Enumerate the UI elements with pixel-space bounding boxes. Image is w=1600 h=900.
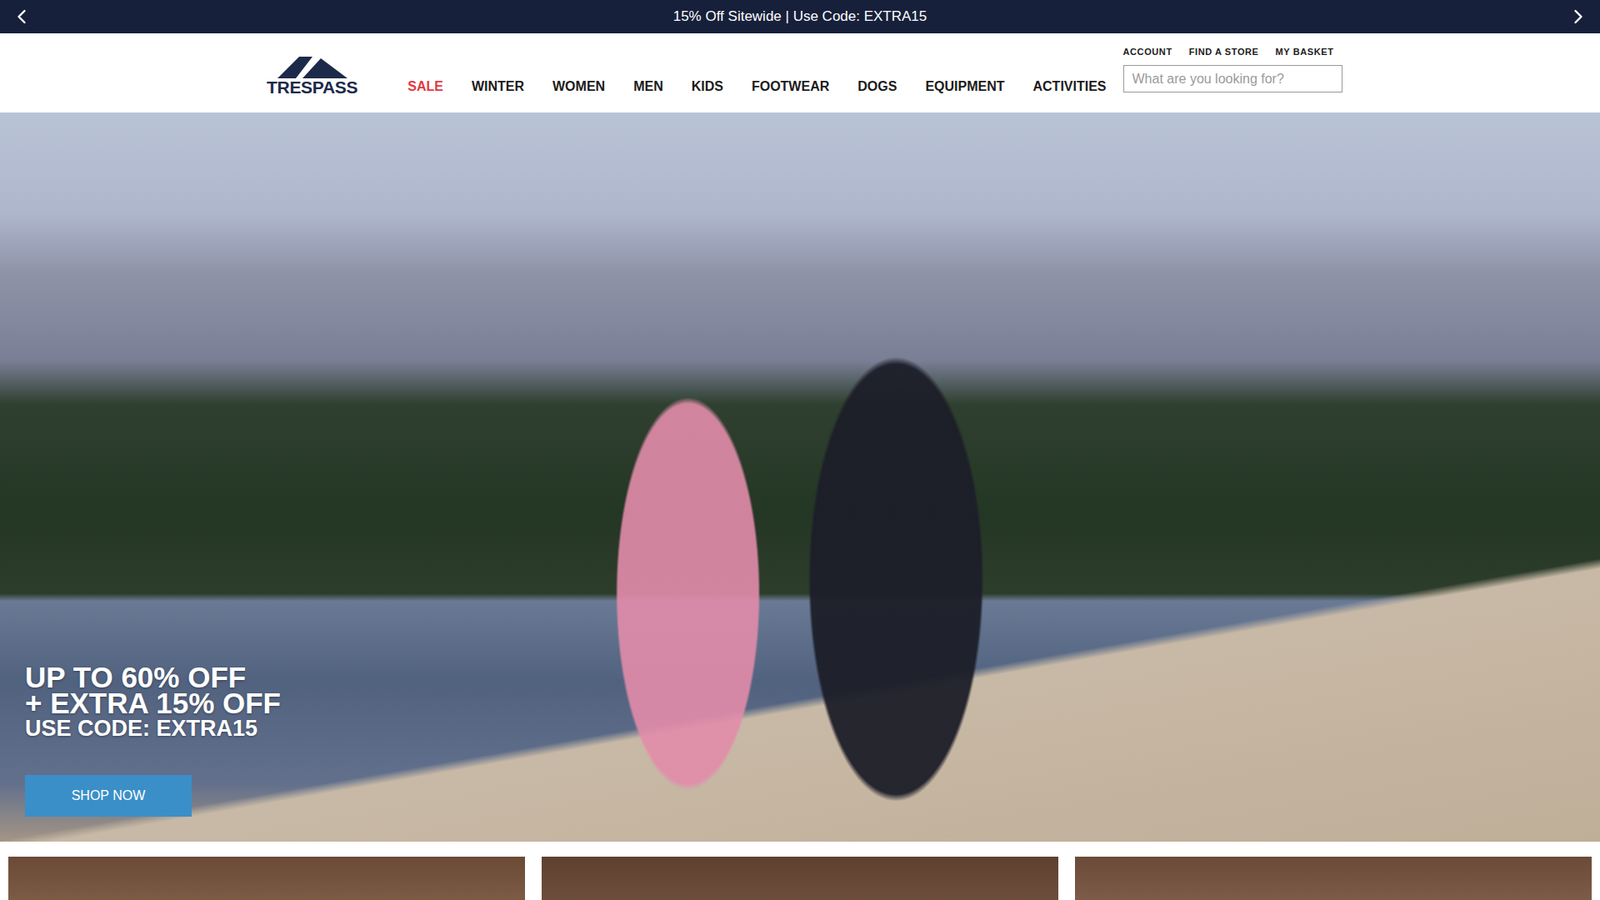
promo-card[interactable] bbox=[1075, 856, 1592, 900]
mountain-logo-icon bbox=[274, 55, 351, 79]
shop-now-button[interactable]: SHOP NOW bbox=[25, 775, 192, 817]
header-tools: ACCOUNT FIND A STORE MY BASKET bbox=[1123, 33, 1343, 113]
announcement-text: 15% Off Sitewide | Use Code: EXTRA15 bbox=[673, 8, 928, 25]
logo-text: TRESPASS bbox=[266, 78, 358, 96]
nav-item[interactable]: SALE bbox=[407, 79, 444, 95]
header-inner: TRESPASS SALE WINTER WOMEN MEN KIDS FOOTWEAR DO… bbox=[266, 33, 1334, 113]
hero-text: UP TO 60% OFF+ EXTRA 15% OFFUSE CODE: EX… bbox=[25, 664, 1600, 742]
announcement-bar: 15% Off Sitewide | Use Code: EXTRA15 bbox=[0, 0, 1600, 34]
promo-card[interactable] bbox=[541, 856, 1059, 900]
nav-item[interactable]: KIDS bbox=[691, 79, 724, 95]
promo-cards bbox=[0, 841, 1600, 900]
nav-item[interactable]: ACTIVITIES bbox=[1033, 79, 1107, 95]
search-input[interactable] bbox=[1123, 65, 1343, 93]
chevron-left-icon bbox=[10, 5, 34, 29]
nav-item[interactable]: MEN bbox=[633, 79, 664, 95]
hero-headline: UP TO 60% OFF bbox=[25, 664, 1600, 690]
header: TRESPASS SALE WINTER WOMEN MEN KIDS FOOTWEAR DO… bbox=[0, 33, 1600, 113]
page: 15% Off Sitewide | Use Code: EXTRA15 TRES… bbox=[0, 0, 1600, 900]
main-nav: SALE WINTER WOMEN MEN KIDS FOOTWEAR DOGS EQUIPM… bbox=[357, 33, 1123, 113]
hero-banner: UP TO 60% OFF+ EXTRA 15% OFFUSE CODE: EX… bbox=[0, 112, 1600, 842]
next-button[interactable] bbox=[1563, 1, 1594, 32]
utility-link[interactable]: FIND A STORE bbox=[1189, 46, 1260, 57]
utility-link[interactable]: MY BASKET bbox=[1275, 46, 1335, 57]
utility-links: ACCOUNT FIND A STORE MY BASKET bbox=[1123, 46, 1343, 57]
nav-item[interactable]: EQUIPMENT bbox=[925, 79, 1005, 95]
nav-item[interactable]: FOOTWEAR bbox=[751, 79, 830, 95]
previous-button[interactable] bbox=[6, 1, 37, 32]
promo-card[interactable] bbox=[8, 856, 525, 900]
nav-item[interactable]: WOMEN bbox=[552, 79, 605, 95]
nav-item[interactable]: WINTER bbox=[471, 79, 525, 95]
utility-link[interactable]: ACCOUNT bbox=[1123, 46, 1173, 57]
chevron-right-icon bbox=[1566, 5, 1590, 29]
logo[interactable]: TRESPASS bbox=[266, 33, 358, 113]
hero-headline: + EXTRA 15% OFF bbox=[25, 690, 1600, 716]
hero-subline: USE CODE: EXTRA15 bbox=[25, 715, 1600, 742]
nav-item[interactable]: DOGS bbox=[857, 79, 897, 95]
